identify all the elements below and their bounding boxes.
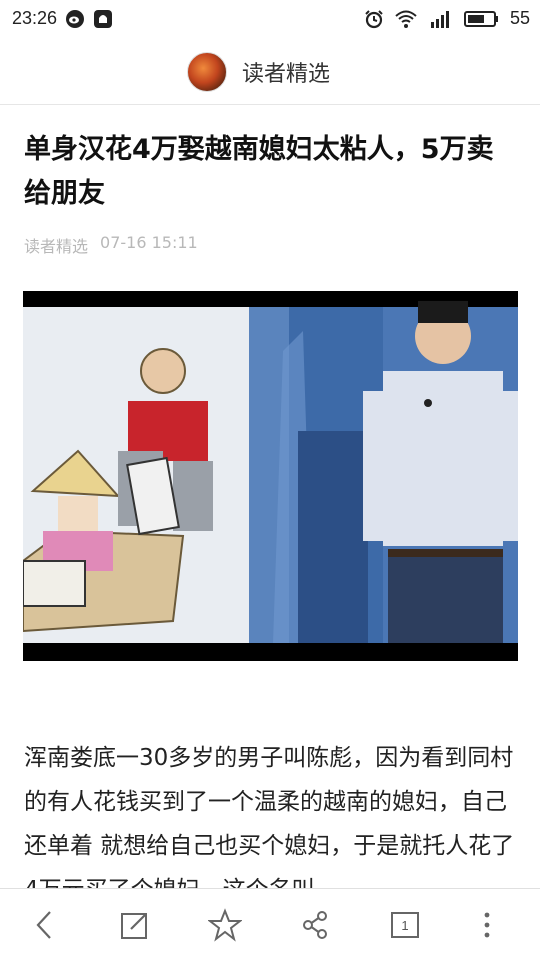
notification-icon bbox=[94, 9, 113, 28]
alarm-icon bbox=[365, 9, 383, 28]
battery-icon bbox=[463, 10, 498, 27]
bottom-toolbar: 1 bbox=[0, 888, 540, 961]
battery-level: 55 bbox=[509, 8, 530, 28]
article-source[interactable]: 读者精选 bbox=[24, 233, 88, 257]
back-icon bbox=[36, 911, 51, 939]
article-meta: 读者精选 07-16 15:11 bbox=[24, 233, 198, 257]
star-icon bbox=[208, 908, 242, 942]
weibo-icon bbox=[66, 9, 85, 28]
tabs-button[interactable]: 1 bbox=[383, 903, 427, 947]
article-datetime: 07-16 15:11 bbox=[100, 233, 198, 252]
status-bar: 23:26 55 bbox=[0, 0, 540, 38]
edit-button[interactable] bbox=[113, 903, 157, 947]
article-image[interactable] bbox=[23, 291, 518, 661]
article-body: 浑南娄底一30多岁的男子叫陈彪，因为看到同村的有人花钱买到了一个温柔的越南的媳妇… bbox=[24, 745, 515, 903]
back-button[interactable] bbox=[22, 903, 66, 947]
more-icon bbox=[484, 912, 490, 938]
account-name[interactable]: 读者精选 bbox=[242, 56, 330, 88]
app-header: 读者精选 bbox=[0, 38, 540, 105]
favorite-button[interactable] bbox=[203, 903, 247, 947]
signal-icon bbox=[430, 10, 449, 28]
wifi-icon bbox=[395, 10, 417, 28]
tab-count: 1 bbox=[401, 917, 409, 933]
article-title: 单身汉花4万娶越南媳妇太粘人，5万卖给朋友 bbox=[24, 134, 494, 209]
more-button[interactable] bbox=[465, 903, 509, 947]
avatar[interactable] bbox=[187, 52, 227, 92]
status-time: 23:26 bbox=[12, 8, 58, 28]
edit-icon bbox=[121, 913, 147, 939]
share-button[interactable] bbox=[293, 903, 337, 947]
share-icon bbox=[303, 911, 327, 939]
